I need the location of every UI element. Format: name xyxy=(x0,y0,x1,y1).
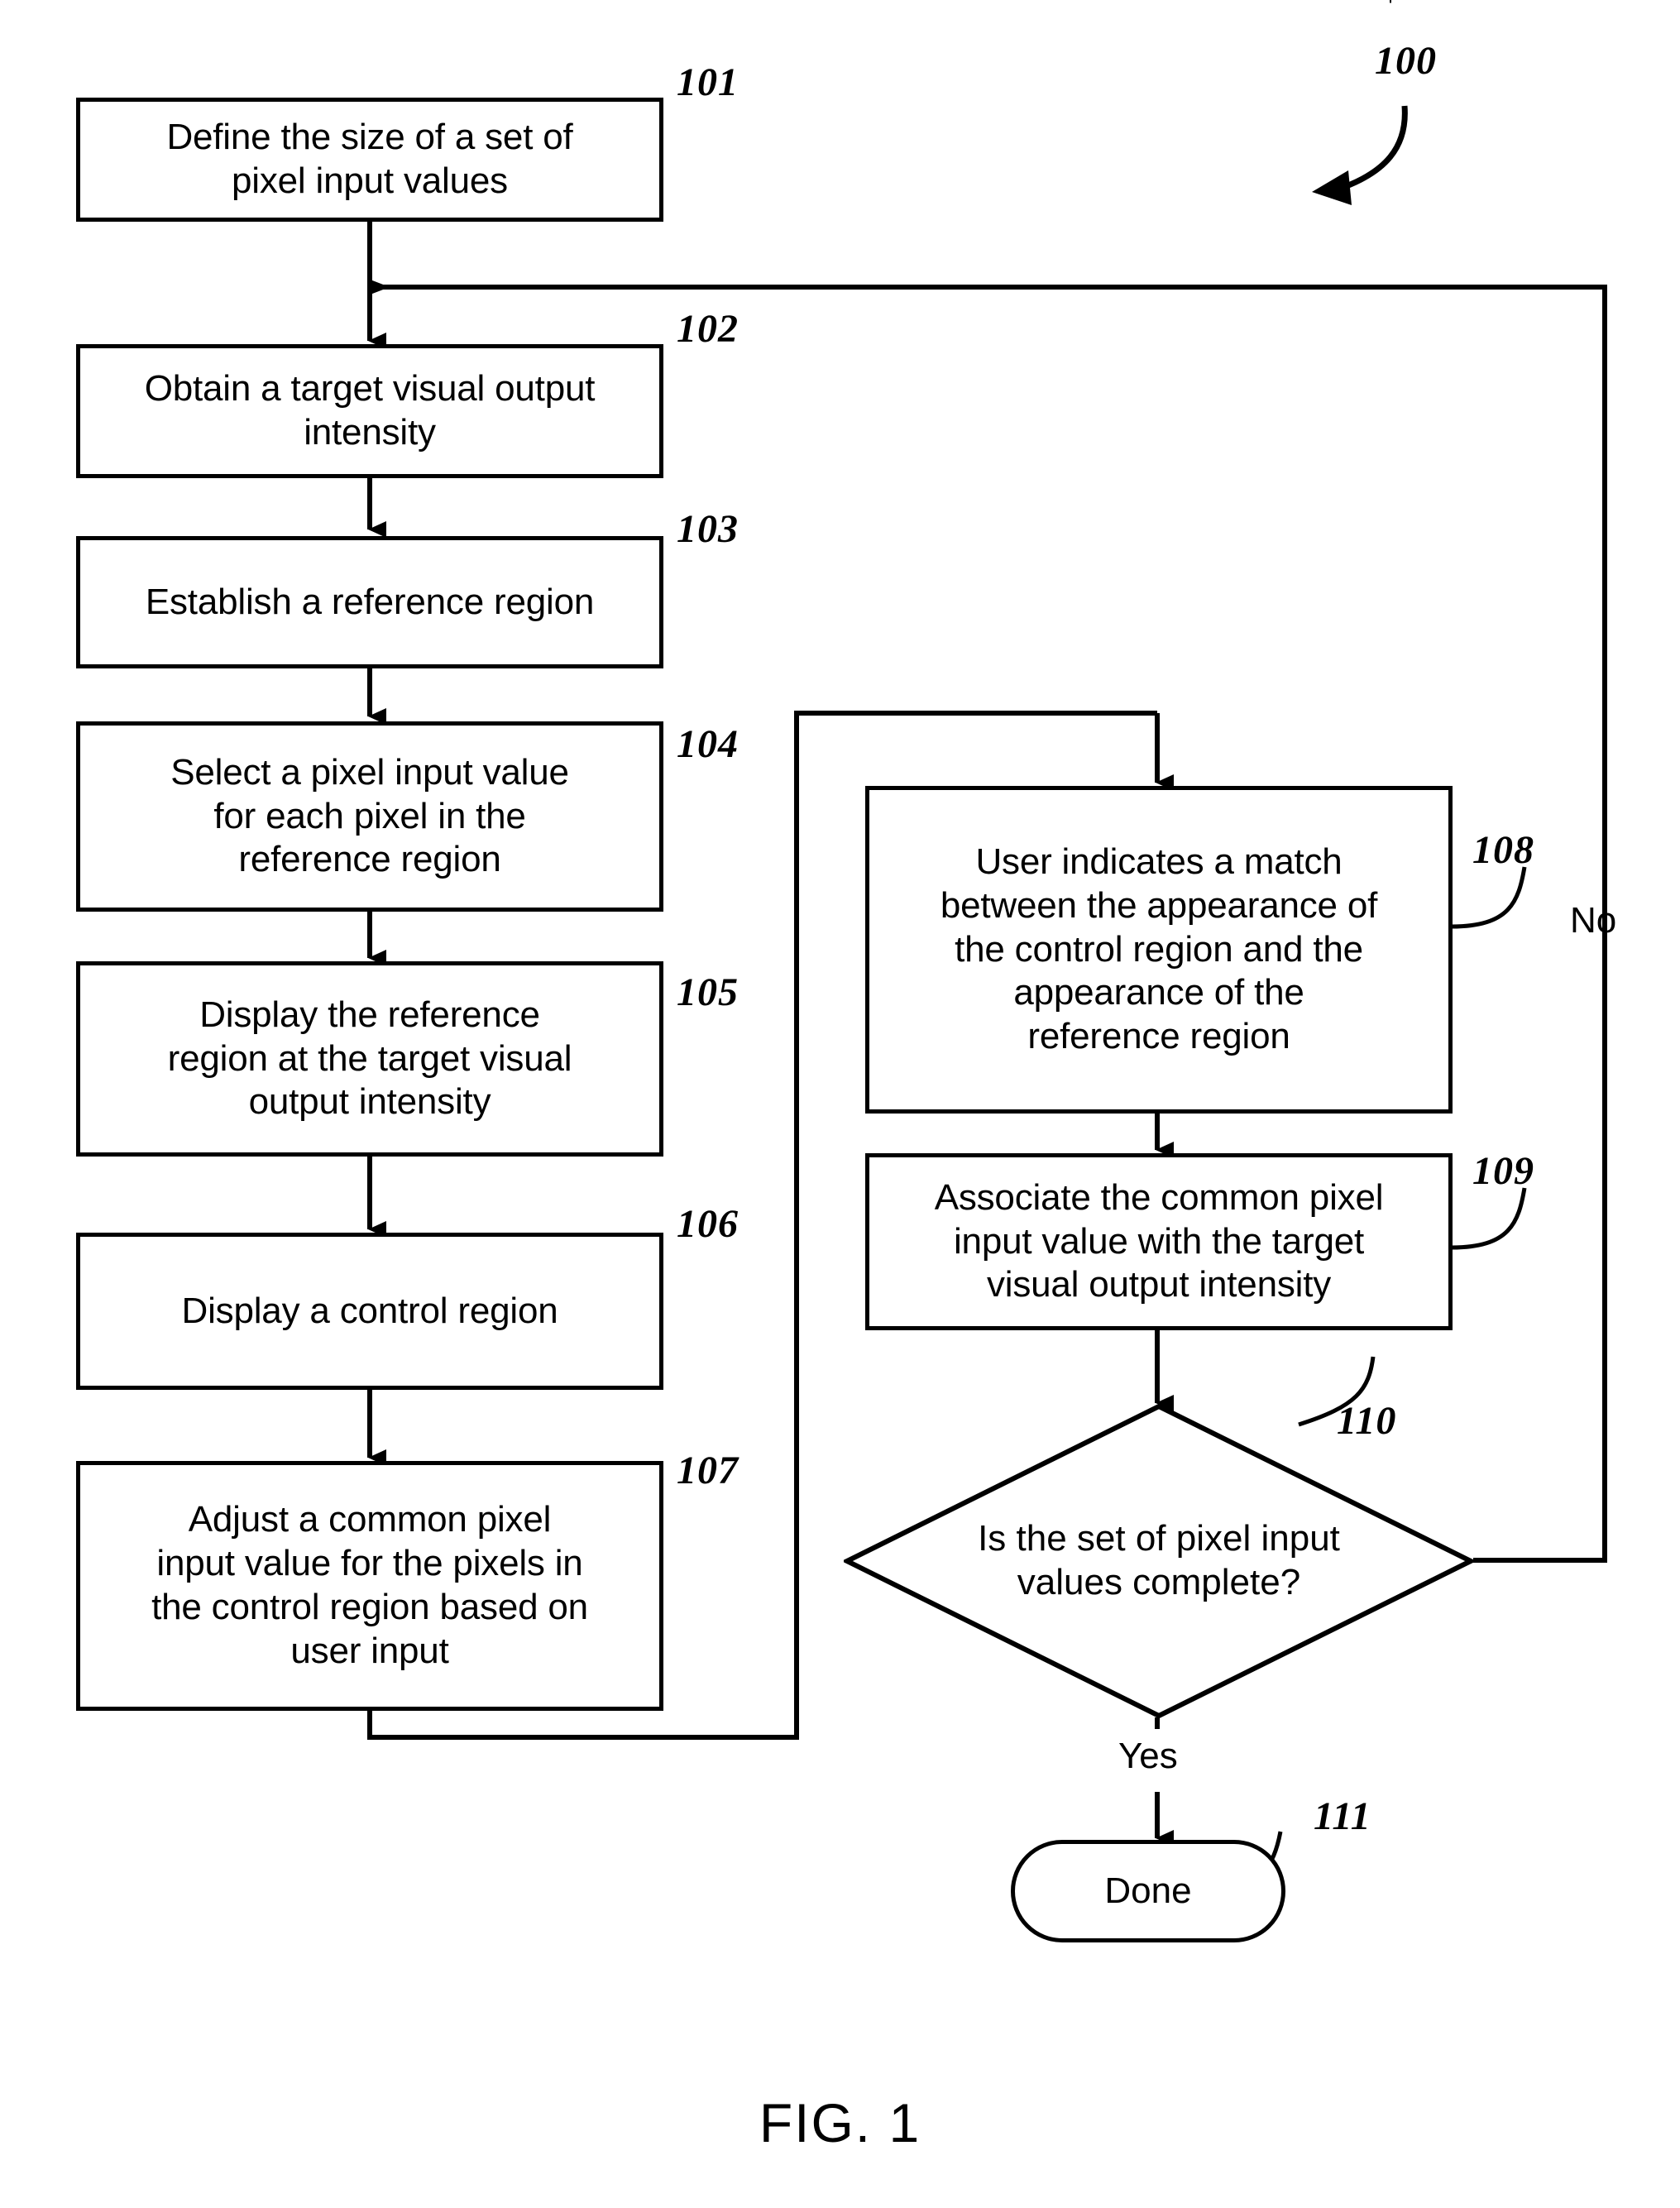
process-box-101[interactable]: Define the size of a set of pixel input … xyxy=(76,98,663,222)
refnum-110: 110 xyxy=(1337,1399,1397,1443)
process-box-104-label: Select a pixel input value for each pixe… xyxy=(170,751,569,880)
process-box-103-label: Establish a reference region xyxy=(145,581,595,622)
process-box-109[interactable]: Associate the common pixel input value w… xyxy=(865,1153,1453,1330)
process-box-102[interactable]: Obtain a target visual output intensity xyxy=(76,344,663,478)
leader-109 xyxy=(1451,1187,1527,1250)
edge-label-yes: Yes xyxy=(1118,1736,1178,1776)
patent-figure: 100 Define the size of a set of pixel in… xyxy=(0,0,1680,2208)
refnum-106: 106 xyxy=(677,1202,739,1246)
process-box-108-label: User indicates a match between the appea… xyxy=(940,841,1378,1057)
process-box-107-label: Adjust a common pixel input value for th… xyxy=(151,1499,588,1671)
leader-108 xyxy=(1451,866,1527,929)
leader-100-curve xyxy=(1343,105,1408,190)
process-box-105[interactable]: Display the reference region at the targ… xyxy=(76,961,663,1157)
edge-label-no: No xyxy=(1570,900,1617,941)
refnum-100: 100 xyxy=(1375,39,1437,83)
process-box-103[interactable]: Establish a reference region xyxy=(76,536,663,668)
process-box-108[interactable]: User indicates a match between the appea… xyxy=(865,786,1453,1114)
process-box-104[interactable]: Select a pixel input value for each pixe… xyxy=(76,721,663,912)
refnum-105: 105 xyxy=(677,970,739,1014)
process-box-107[interactable]: Adjust a common pixel input value for th… xyxy=(76,1461,663,1711)
refnum-111: 111 xyxy=(1314,1794,1371,1838)
decision-diamond-110-label: Is the set of pixel input values complet… xyxy=(978,1518,1340,1602)
refnum-104: 104 xyxy=(677,722,739,766)
process-box-106-label: Display a control region xyxy=(181,1290,558,1331)
leader-100-arrowhead xyxy=(1312,170,1352,205)
refnum-103: 103 xyxy=(677,507,739,551)
process-box-106[interactable]: Display a control region xyxy=(76,1233,663,1390)
figure-caption: FIG. 1 xyxy=(759,2092,921,2153)
process-box-109-label: Associate the common pixel input value w… xyxy=(934,1176,1384,1305)
refnum-108: 108 xyxy=(1472,828,1534,872)
refnum-102: 102 xyxy=(677,307,739,351)
terminal-done-111[interactable]: Done xyxy=(1011,1840,1285,1942)
decision-diamond-110[interactable]: Is the set of pixel input values complet… xyxy=(844,1403,1474,1719)
process-box-101-label: Define the size of a set of pixel input … xyxy=(166,117,573,201)
process-box-102-label: Obtain a target visual output intensity xyxy=(144,368,596,453)
terminal-done-111-label: Done xyxy=(1104,1870,1192,1911)
refnum-109: 109 xyxy=(1472,1149,1534,1193)
process-box-105-label: Display the reference region at the targ… xyxy=(167,994,572,1123)
refnum-107: 107 xyxy=(677,1449,739,1492)
refnum-101: 101 xyxy=(677,60,739,104)
